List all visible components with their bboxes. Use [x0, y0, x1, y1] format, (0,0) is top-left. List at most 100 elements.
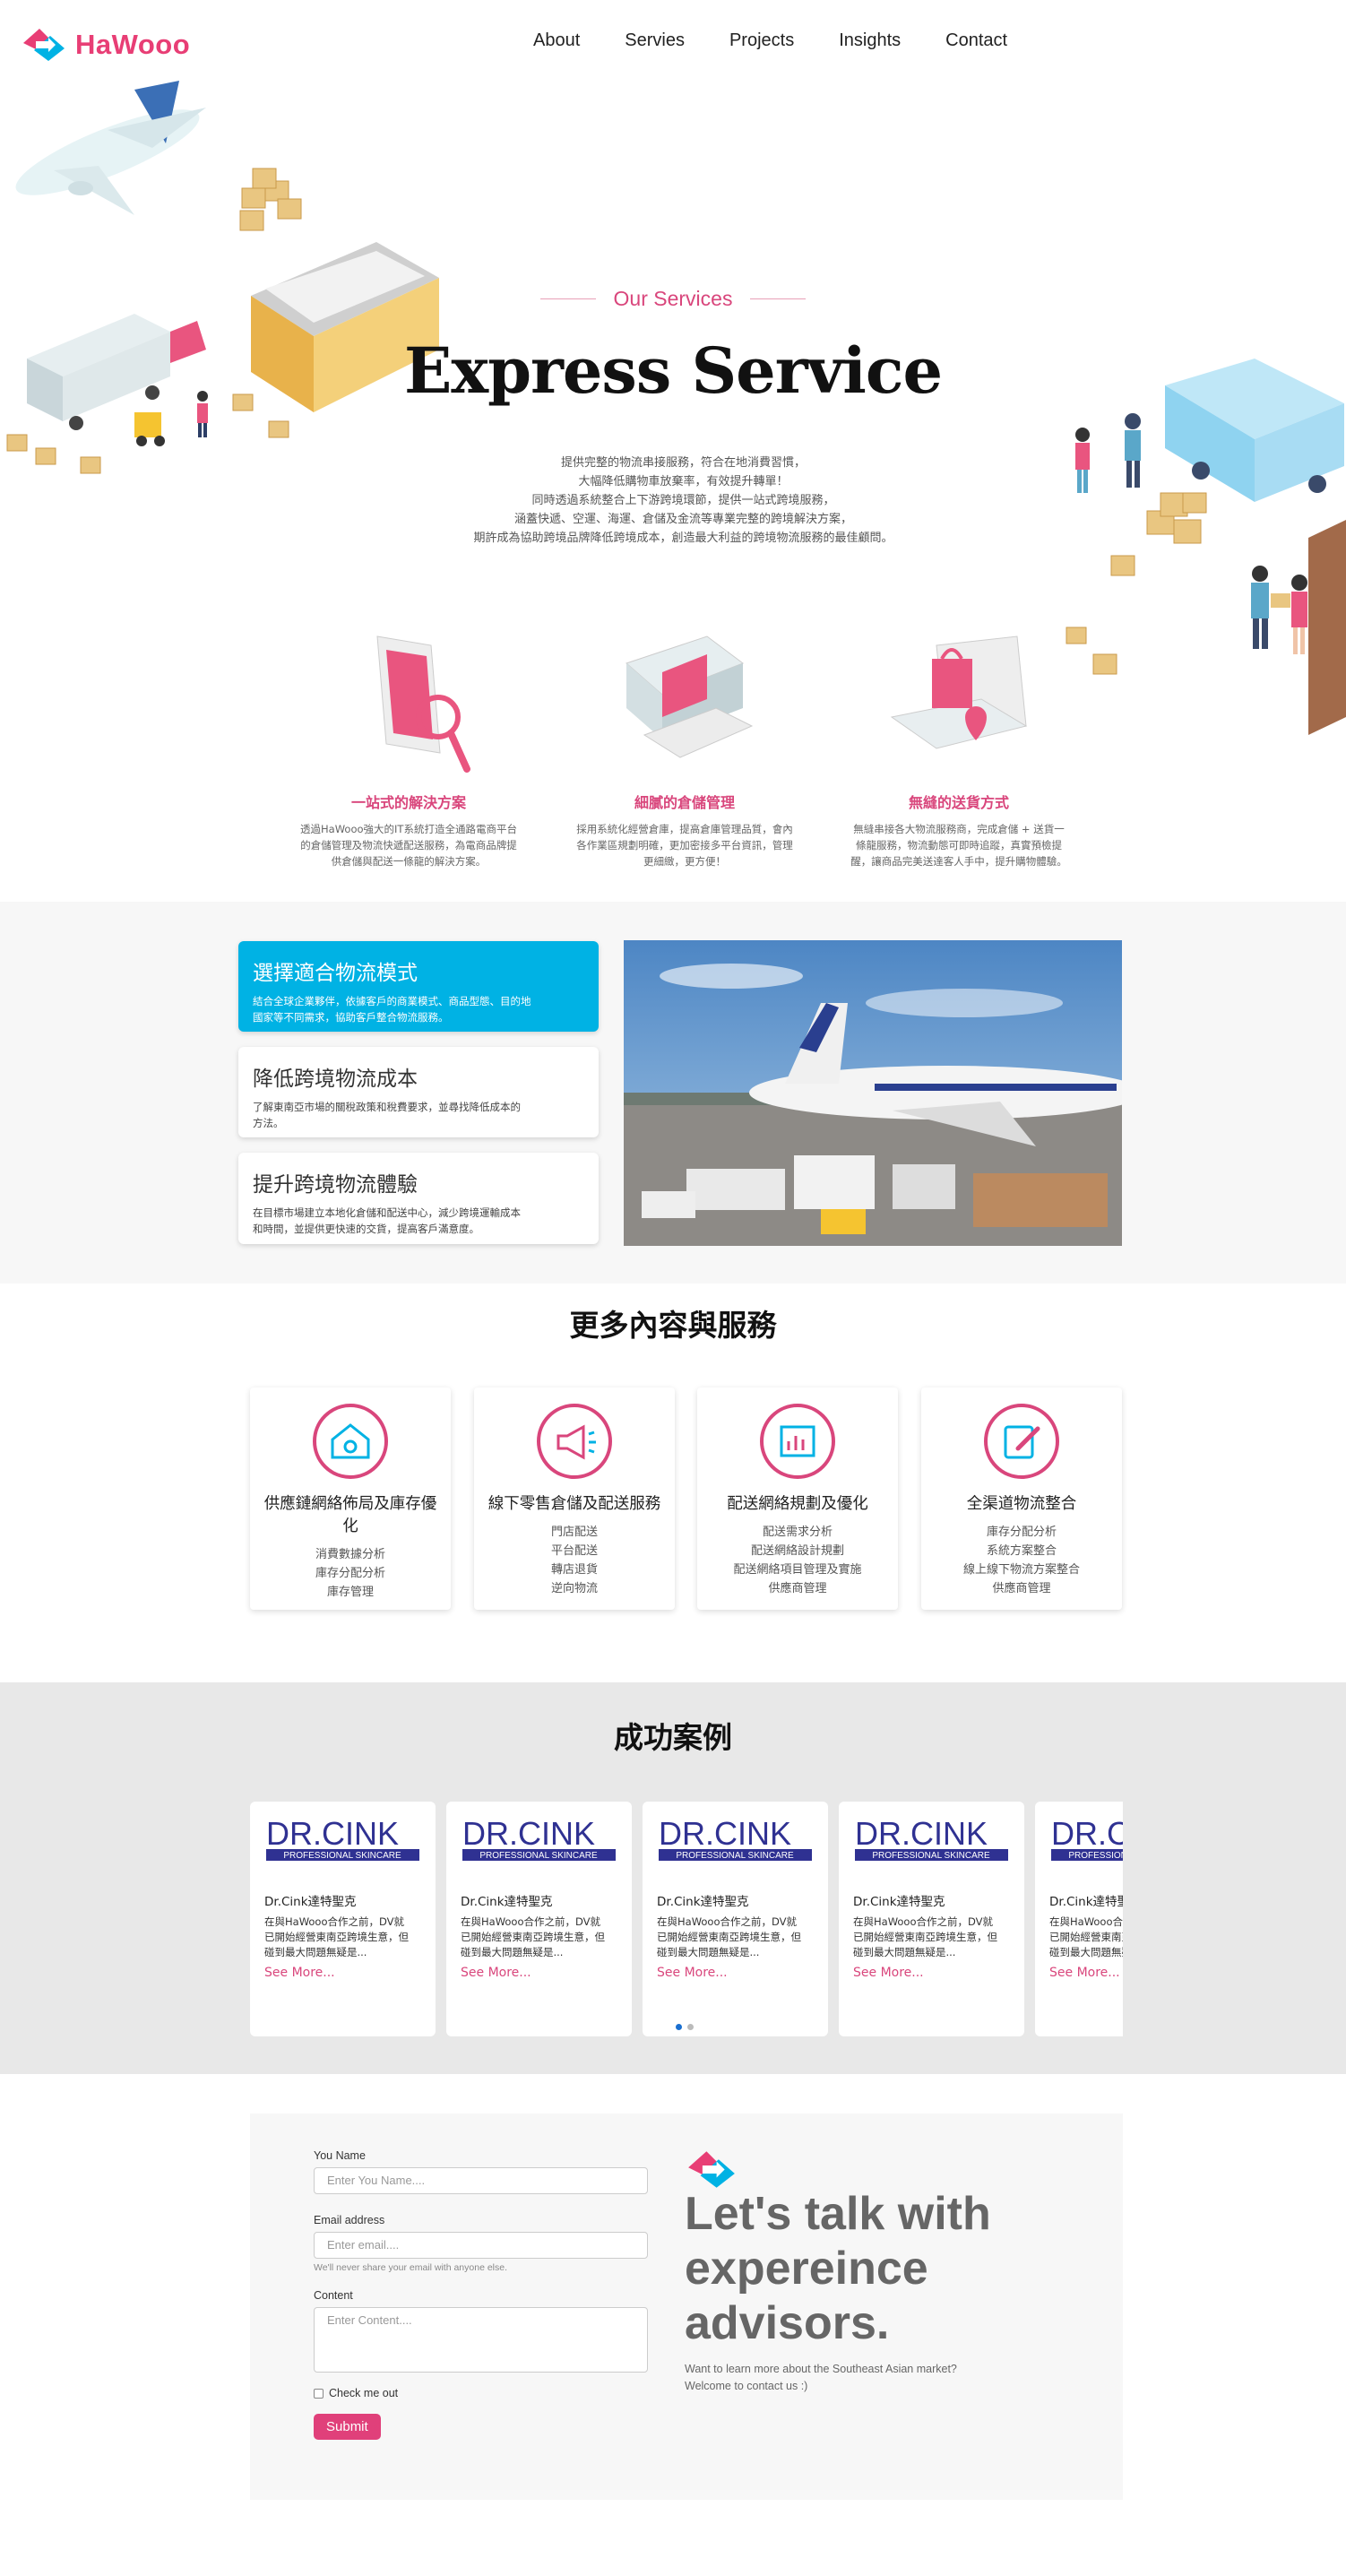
case-card[interactable]: DR.CINK PROFESSIONAL SKINCARE Dr.Cink達特聖… — [446, 1802, 632, 2036]
case-title: Dr.Cink達特聖克 — [264, 1895, 357, 1909]
case-desc: 在與HaWooo合作之前，DV就已開始經營東南亞跨境生意，但碰到最大問題無疑是.… — [264, 1915, 409, 1958]
feature-desc: 採用系統化經營倉庫，提高倉庫管理品質，會內 各作業區規劃明確，更加密接多平台資訊… — [576, 823, 793, 868]
svg-text:DR.CINK: DR.CINK — [659, 1816, 791, 1852]
case-desc: 在與HaWooo合作之前，DV就已開始經營東南亞跨境生意，但碰到最大問題無疑是.… — [853, 1915, 997, 1958]
service-item: 消費數據分析 — [315, 1548, 385, 1561]
hero-desc-line: 提供完整的物流串接服務，符合在地消費習慣， — [560, 456, 806, 470]
nav-services[interactable]: Servies — [625, 30, 685, 51]
eyebrow-line-right — [750, 298, 807, 299]
carousel-dot-1[interactable] — [676, 2024, 682, 2030]
feature-desc: 無縫串接各大物流服務商，完成倉儲 + 送貨一 條龍服務，物流動態可即時追蹤，真實… — [850, 823, 1067, 868]
feature-desc: 透過HaWooo強大的IT系統打造全通路電商平台 的倉儲管理及物流快遞配送服務，… — [300, 823, 517, 868]
drcink-logo: DR.CINK PROFESSIONAL SKINCARE — [462, 1815, 616, 1861]
hero-description: 提供完整的物流串接服務，符合在地消費習慣， 大幅降低購物車放棄率，有效提升轉單！… — [358, 454, 1008, 548]
door-icon — [1308, 520, 1346, 735]
svg-text:PROFESSIONAL SKINCARE: PROFESSIONAL SKINCARE — [283, 1851, 401, 1861]
brand-logo[interactable]: HaWooo — [22, 27, 190, 63]
case-card[interactable]: DR.CINK PROFESSIONAL SKINCARE Dr.Cink達特聖… — [643, 1802, 828, 2036]
service-item: 門店配送 — [550, 1526, 598, 1539]
hero-desc-line: 期許成為協助跨境品牌降低跨境成本，創造最大利益的跨境物流服務的最佳顧問。 — [473, 532, 893, 545]
tablet-magnifier-icon — [376, 635, 470, 773]
contact-form: You Name Enter You Name.... Email addres… — [314, 2149, 648, 2440]
service-title: 配送網絡規劃及優化 — [727, 1495, 868, 1513]
carousel-dot-2[interactable] — [687, 2024, 694, 2030]
services-eyebrow: Our Services — [0, 287, 1346, 311]
hero-desc-line: 涵蓋快遞、空運、海運、倉儲及金流等專業完整的跨境解決方案， — [513, 513, 852, 526]
brand-name: HaWooo — [75, 29, 191, 60]
nav-contact[interactable]: Contact — [945, 30, 1007, 51]
check-me-out[interactable]: Check me out — [314, 2387, 648, 2399]
service-item: 線上線下物流方案整合 — [962, 1563, 1080, 1577]
airport-cargo-photo — [624, 940, 1122, 1246]
hero-title: Express Service — [403, 333, 943, 408]
email-input[interactable]: Enter email.... — [314, 2232, 648, 2259]
case-card[interactable]: DR.CINK PROFESSIONAL SKINCARE Dr.Cink達特聖… — [839, 1802, 1024, 2036]
service-card-offline-retail[interactable]: 線下零售倉儲及配送服務 門店配送 平台配送 轉店退貨 逆向物流 — [474, 1387, 675, 1610]
edit-icon — [984, 1404, 1059, 1479]
svg-text:DR.CINK: DR.CINK — [1051, 1816, 1123, 1852]
content-textarea[interactable]: Enter Content.... — [314, 2307, 648, 2373]
case-desc: 在與HaWooo合作之前，DV就已開始經營東南亞跨境生意，但碰到最大問題無疑是.… — [1049, 1915, 1123, 1958]
service-item: 平台配送 — [550, 1544, 598, 1558]
tab-desc: 了解東南亞市場的關稅政策和稅費要求，並尋找降低成本的 方法。 — [253, 1101, 521, 1129]
case-desc: 在與HaWooo合作之前，DV就已開始經營東南亞跨境生意，但碰到最大問題無疑是.… — [657, 1915, 801, 1958]
name-input[interactable]: Enter You Name.... — [314, 2167, 648, 2194]
case-carousel[interactable]: DR.CINK PROFESSIONAL SKINCARE Dr.Cink達特聖… — [250, 1802, 1123, 2037]
logo-icon — [23, 29, 65, 61]
svg-text:PROFESSIONAL SKINCARE: PROFESSIONAL SKINCARE — [479, 1851, 598, 1861]
warehouse-icon — [313, 1404, 388, 1479]
tab-title: 提升跨境物流體驗 — [253, 1173, 418, 1197]
tab-logistics-mode[interactable]: 選擇適合物流模式 結合全球企業夥伴，依據客戶的商業模式、商品型態、目的地 國家等不… — [238, 941, 599, 1032]
svg-text:DR.CINK: DR.CINK — [266, 1816, 399, 1852]
eyebrow-line-left — [539, 298, 596, 299]
service-card-distribution-network[interactable]: 配送網絡規劃及優化 配送需求分析 配送網絡設計規劃 配送網絡項目管理及實施 供應… — [697, 1387, 898, 1610]
case-see-more-link[interactable]: See More... — [461, 1966, 617, 1980]
case-see-more-link[interactable]: See More... — [1049, 1966, 1123, 1980]
checkbox-label: Check me out — [329, 2387, 399, 2399]
carousel-dots — [676, 2024, 694, 2030]
case-card[interactable]: DR.CINK PROFESSIONAL SKINCARE Dr.Cink達特聖… — [250, 1802, 436, 2036]
tab-title: 選擇適合物流模式 — [253, 962, 418, 985]
nav-projects[interactable]: Projects — [729, 30, 794, 51]
service-item: 轉店退貨 — [550, 1563, 598, 1577]
success-cases-title: 成功案例 — [614, 1720, 732, 1755]
delivery-illustration — [1066, 359, 1346, 735]
case-title: Dr.Cink達特聖克 — [853, 1895, 945, 1909]
airplane-icon — [15, 81, 206, 215]
drcink-logo: DR.CINK PROFESSIONAL SKINCARE — [266, 1815, 419, 1861]
logo-icon — [688, 2151, 735, 2188]
service-item: 供應商管理 — [768, 1582, 827, 1595]
feature-delivery: 無縫的送貨方式 無縫串接各大物流服務商，完成倉儲 + 送貨一 條龍服務，物流動態… — [838, 627, 1080, 869]
tab-reduce-cost[interactable]: 降低跨境物流成本 了解東南亞市場的關稅政策和稅費要求，並尋找降低成本的 方法。 — [238, 1047, 599, 1137]
service-item: 庫存管理 — [326, 1586, 374, 1599]
service-item: 配送需求分析 — [762, 1526, 833, 1539]
svg-text:PROFESSIONAL SKINCARE: PROFESSIONAL SKINCARE — [872, 1851, 990, 1861]
main-nav: About Servies Projects Insights Contact — [533, 30, 1007, 51]
submit-button[interactable]: Submit — [314, 2414, 381, 2440]
nav-about[interactable]: About — [533, 30, 580, 51]
forklift-icon — [134, 412, 165, 446]
checkbox[interactable] — [314, 2388, 324, 2399]
drcink-logo: DR.CINK PROFESSIONAL SKINCARE — [855, 1815, 1008, 1861]
case-card[interactable]: DR.CINK PROFESSIONAL SKINCARE Dr.Cink達特聖… — [1035, 1802, 1123, 2036]
case-title: Dr.Cink達特聖克 — [461, 1895, 553, 1909]
service-card-omnichannel[interactable]: 全渠道物流整合 庫存分配分析 系統方案整合 線上線下物流方案整合 供應商管理 — [921, 1387, 1122, 1610]
case-see-more-link[interactable]: See More... — [853, 1966, 1010, 1980]
tab-title: 降低跨境物流成本 — [253, 1068, 418, 1091]
svg-text:PROFESSIONAL SKINCARE: PROFESSIONAL SKINCARE — [676, 1851, 794, 1861]
courier-icon — [1075, 413, 1141, 493]
shopping-bag-pin-icon — [890, 635, 1028, 749]
tab-desc: 在目標市場建立本地化倉儲和配送中心，減少跨境運輸成本 和時間，並提供更快速的交貨，… — [253, 1206, 521, 1235]
case-see-more-link[interactable]: See More... — [264, 1966, 421, 1980]
nav-insights[interactable]: Insights — [839, 30, 901, 51]
tab-improve-experience[interactable]: 提升跨境物流體驗 在目標市場建立本地化倉儲和配送中心，減少跨境運輸成本 和時間，並… — [238, 1153, 599, 1244]
case-title: Dr.Cink達特聖克 — [1049, 1895, 1123, 1909]
feature-one-stop: 一站式的解決方案 透過HaWooo強大的IT系統打造全通路電商平台 的倉儲管理及… — [288, 627, 530, 869]
hero-desc-line: 同時透過系統整合上下游跨境環節，提供一站式跨境服務， — [531, 494, 835, 507]
talk-subtitle-line: Welcome to contact us :) — [685, 2380, 808, 2392]
chart-icon — [760, 1404, 835, 1479]
svg-text:DR.CINK: DR.CINK — [462, 1816, 595, 1852]
service-card-supply-chain[interactable]: 供應鏈網絡佈局及庫存優化 消費數據分析 庫存分配分析 庫存管理 — [250, 1387, 451, 1610]
service-item: 逆向物流 — [550, 1582, 598, 1595]
case-see-more-link[interactable]: See More... — [657, 1966, 814, 1980]
